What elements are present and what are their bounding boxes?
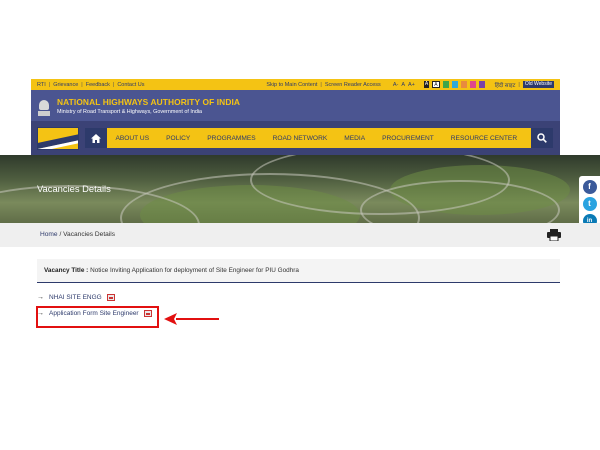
- breadcrumb-separator: /: [59, 231, 62, 238]
- theme-pink-swatch[interactable]: [469, 81, 476, 88]
- vacancy-title-box: Vacancy Title : Notice Inviting Applicat…: [37, 259, 560, 283]
- separator: |: [81, 81, 83, 88]
- nav-programmes[interactable]: PROGRAMMES: [199, 135, 264, 142]
- red-arrow-annotation-icon: [164, 313, 219, 325]
- separator: |: [320, 81, 322, 88]
- separator: |: [112, 81, 115, 88]
- nav-procurement[interactable]: PROCUREMENT: [374, 135, 443, 142]
- main-navigation: ABOUT US POLICY PROGRAMMES ROAD NETWORK …: [31, 121, 560, 155]
- page-banner: Vacancies Details: [0, 155, 600, 223]
- national-emblem-icon: [37, 96, 51, 116]
- document-link-nhai-site-engg[interactable]: NHAI SITE ENGG: [49, 294, 102, 301]
- breadcrumb-bar: Home / Vacancies Details: [0, 223, 600, 247]
- header-titles: NATIONAL HIGHWAYS AUTHORITY OF INDIA Min…: [57, 97, 240, 115]
- nhai-logo[interactable]: [37, 127, 79, 150]
- document-row: → NHAI SITE ENGG: [37, 294, 115, 301]
- contact-us-link[interactable]: Contact Us: [117, 82, 144, 88]
- nav-media[interactable]: MEDIA: [336, 135, 374, 142]
- site-subtitle: Ministry of Road Transport & Highways, G…: [57, 108, 203, 115]
- separator: |: [48, 81, 51, 88]
- nav-about-us[interactable]: ABOUT US: [107, 135, 158, 142]
- nav-menu: ABOUT US POLICY PROGRAMMES ROAD NETWORK …: [85, 128, 553, 148]
- home-icon: [91, 133, 101, 143]
- nav-road-network[interactable]: ROAD NETWORK: [264, 135, 336, 142]
- accessibility-controls: Skip to Main Content | Screen Reader Acc…: [266, 81, 554, 89]
- twitter-icon[interactable]: t: [582, 196, 597, 211]
- nav-policy[interactable]: POLICY: [158, 135, 199, 142]
- skip-to-main-content-link[interactable]: Skip to Main Content: [266, 82, 317, 88]
- hindi-site-link[interactable]: हिंदी साइट: [495, 81, 516, 89]
- nav-resource-center[interactable]: RESOURCE CENTER: [442, 135, 525, 142]
- pdf-icon[interactable]: [106, 294, 115, 301]
- theme-green-swatch[interactable]: [442, 81, 449, 88]
- site-title[interactable]: NATIONAL HIGHWAYS AUTHORITY OF INDIA: [57, 97, 240, 107]
- top-utility-bar: RTI | Grievance | Feedback | Contact Us …: [31, 79, 560, 90]
- search-button[interactable]: [531, 128, 553, 148]
- theme-orange-swatch[interactable]: [460, 81, 467, 88]
- top-links: RTI | Grievance | Feedback | Contact Us: [37, 82, 145, 88]
- old-website-link[interactable]: Old Website: [522, 81, 554, 88]
- home-button[interactable]: [85, 128, 107, 148]
- theme-purple-swatch[interactable]: [478, 81, 485, 88]
- breadcrumb-home-link[interactable]: Home: [40, 231, 58, 238]
- font-normal-button[interactable]: A: [401, 82, 405, 88]
- vacancy-title-label: Vacancy Title :: [44, 267, 89, 274]
- theme-blue-swatch[interactable]: [451, 81, 458, 88]
- screen-reader-access-link[interactable]: Screen Reader Access: [325, 82, 381, 88]
- search-icon: [537, 133, 547, 143]
- breadcrumb-current: Vacancies Details: [63, 231, 116, 238]
- normal-contrast-button[interactable]: A: [432, 81, 440, 88]
- facebook-icon[interactable]: f: [582, 179, 597, 194]
- vacancy-title-value: Notice Inviting Application for deployme…: [90, 267, 299, 274]
- feedback-link[interactable]: Feedback: [86, 82, 110, 88]
- font-increase-button[interactable]: A+: [408, 82, 415, 88]
- arrow-right-icon: →: [37, 294, 44, 301]
- print-icon[interactable]: [547, 229, 561, 241]
- font-decrease-button[interactable]: A-: [393, 82, 399, 88]
- breadcrumb: Home / Vacancies Details: [40, 231, 115, 238]
- rti-link[interactable]: RTI: [37, 82, 46, 88]
- page-title: Vacancies Details: [37, 183, 111, 194]
- site-header: NATIONAL HIGHWAYS AUTHORITY OF INDIA Min…: [31, 90, 560, 121]
- grievance-link[interactable]: Grievance: [53, 82, 78, 88]
- high-contrast-button[interactable]: A: [423, 81, 430, 88]
- separator: |: [518, 81, 520, 88]
- highlight-annotation-box: [36, 306, 159, 328]
